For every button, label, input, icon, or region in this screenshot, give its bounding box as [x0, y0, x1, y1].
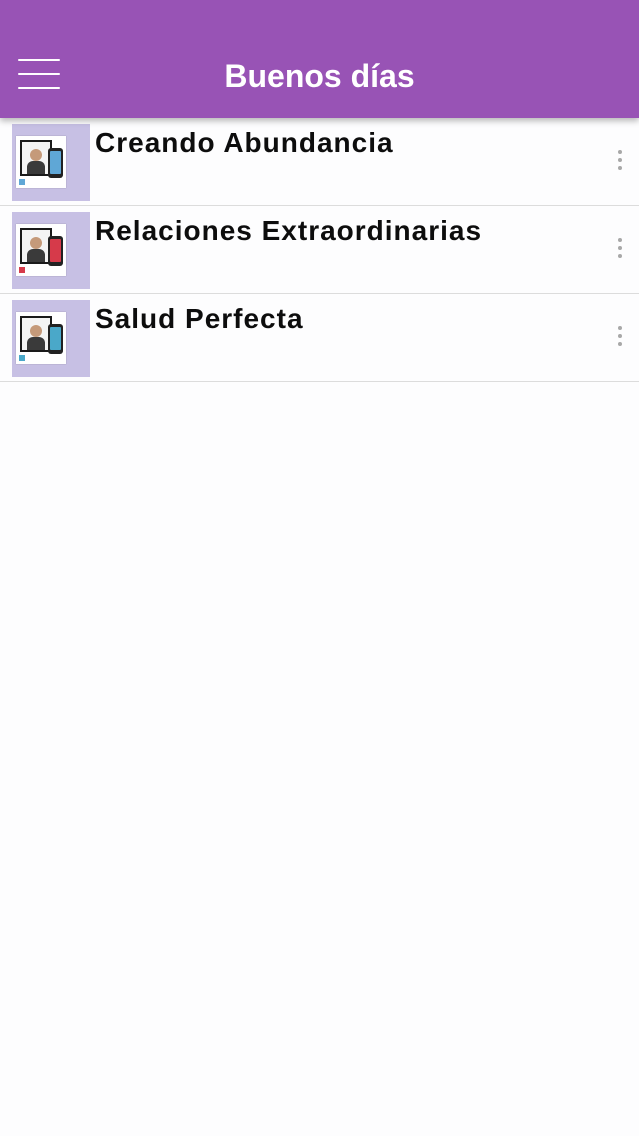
dot: [618, 238, 622, 242]
cover-image: [16, 224, 66, 276]
cover-image: [16, 312, 66, 364]
dot: [618, 254, 622, 258]
more-vertical-icon[interactable]: [613, 236, 627, 260]
page-title: Buenos días: [224, 58, 415, 94]
more-vertical-icon[interactable]: [613, 148, 627, 172]
dot: [618, 166, 622, 170]
book-cover-thumbnail: [12, 212, 90, 289]
list-item-salud-perfecta[interactable]: Salud Perfecta: [0, 294, 639, 382]
dot: [618, 150, 622, 154]
phone-image: [48, 148, 63, 178]
portrait-face: [30, 325, 42, 337]
dot: [618, 342, 622, 346]
phone-image: [48, 324, 63, 354]
cover-image: [16, 136, 66, 188]
badge-mark: [19, 179, 25, 185]
portrait-body: [27, 337, 45, 350]
portrait-body: [27, 161, 45, 174]
phone-screen: [50, 327, 61, 350]
phone-screen: [50, 151, 61, 174]
list-item-relaciones-extraordinarias[interactable]: Relaciones Extraordinarias: [0, 206, 639, 294]
book-cover-thumbnail: [12, 124, 90, 201]
book-cover-thumbnail: [12, 300, 90, 377]
more-vertical-icon[interactable]: [613, 324, 627, 348]
list-item-creando-abundancia[interactable]: Creando Abundancia: [0, 118, 639, 206]
portrait-face: [30, 149, 42, 161]
dot: [618, 334, 622, 338]
badge-mark: [19, 267, 25, 273]
portrait-face: [30, 237, 42, 249]
portrait-body: [27, 249, 45, 262]
list-item-title: Creando Abundancia: [95, 127, 394, 158]
list-item-title: Relaciones Extraordinarias: [95, 215, 483, 246]
badge-mark: [19, 355, 25, 361]
app-bar: Buenos días: [0, 0, 639, 118]
dot: [618, 246, 622, 250]
phone-screen: [50, 239, 61, 262]
list-item-title: Salud Perfecta: [95, 303, 304, 334]
phone-image: [48, 236, 63, 266]
dot: [618, 158, 622, 162]
content-list: Creando Abundancia Relaciones Extraordin…: [0, 118, 639, 382]
dot: [618, 326, 622, 330]
